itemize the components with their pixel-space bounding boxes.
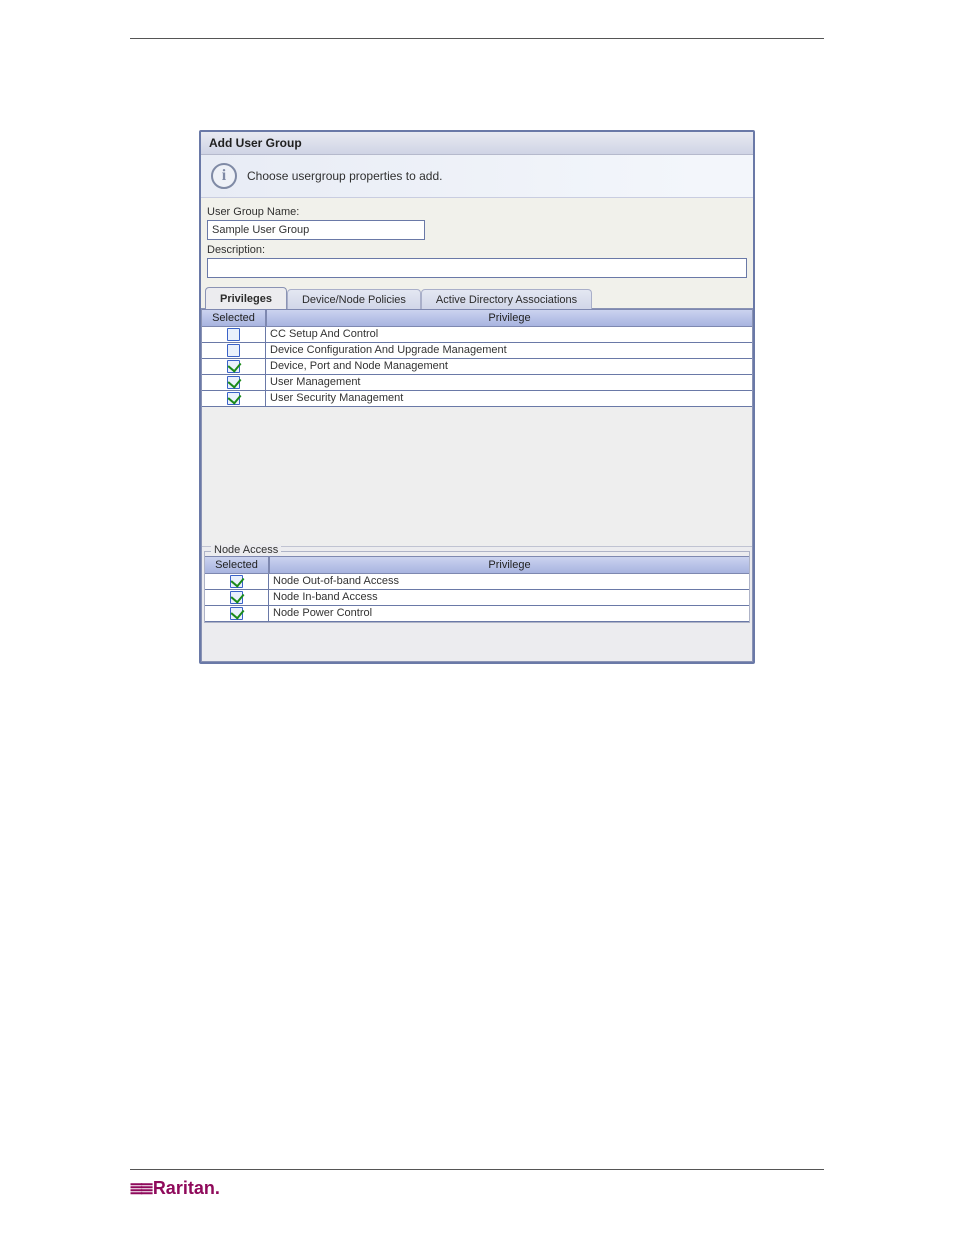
page-divider-bottom bbox=[130, 1169, 824, 1170]
privilege-checkbox[interactable] bbox=[227, 392, 240, 405]
privilege-checkbox-cell bbox=[202, 327, 266, 342]
node-access-checkbox[interactable] bbox=[230, 591, 243, 604]
node-col-selected-header: Selected bbox=[205, 557, 269, 573]
col-selected-header: Selected bbox=[202, 310, 266, 326]
privilege-row: User Management bbox=[202, 375, 752, 391]
privilege-checkbox[interactable] bbox=[227, 344, 240, 357]
privilege-checkbox[interactable] bbox=[227, 376, 240, 389]
privilege-checkbox-cell bbox=[202, 343, 266, 358]
node-access-row: Node Power Control bbox=[205, 606, 749, 622]
privilege-row: Device Configuration And Upgrade Managem… bbox=[202, 343, 752, 359]
brand-name: Raritan. bbox=[153, 1178, 220, 1198]
tab-bar: Privileges Device/Node Policies Active D… bbox=[201, 286, 753, 309]
privilege-table-header: Selected Privilege bbox=[202, 309, 752, 327]
privilege-label: User Management bbox=[266, 375, 752, 390]
node-access-checkbox[interactable] bbox=[230, 607, 243, 620]
privilege-checkbox[interactable] bbox=[227, 328, 240, 341]
tab-body-privileges: Selected Privilege CC Setup And ControlD… bbox=[201, 309, 753, 662]
privilege-row: Device, Port and Node Management bbox=[202, 359, 752, 375]
privilege-checkbox-cell bbox=[202, 375, 266, 390]
tab-privileges[interactable]: Privileges bbox=[205, 287, 287, 309]
group-name-label: User Group Name: bbox=[207, 206, 747, 218]
node-access-label: Node Power Control bbox=[269, 606, 749, 621]
node-access-table-header: Selected Privilege bbox=[205, 556, 749, 574]
group-name-input[interactable] bbox=[207, 220, 425, 240]
tab-device-node-policies[interactable]: Device/Node Policies bbox=[287, 289, 421, 309]
node-access-label: Node In-band Access bbox=[269, 590, 749, 605]
brand-icon: ≣≣ bbox=[129, 1179, 150, 1199]
dialog-title: Add User Group bbox=[201, 132, 753, 155]
add-user-group-dialog: Add User Group i Choose usergroup proper… bbox=[199, 130, 755, 664]
col-privilege-header: Privilege bbox=[266, 310, 752, 326]
node-access-checkbox-cell bbox=[205, 606, 269, 621]
privilege-label: Device, Port and Node Management bbox=[266, 359, 752, 374]
description-input[interactable] bbox=[207, 258, 747, 278]
privilege-label: Device Configuration And Upgrade Managem… bbox=[266, 343, 752, 358]
privilege-row: User Security Management bbox=[202, 391, 752, 407]
form-area: User Group Name: Description: bbox=[201, 198, 753, 282]
privilege-checkbox[interactable] bbox=[227, 360, 240, 373]
description-label: Description: bbox=[207, 244, 747, 256]
node-access-checkbox[interactable] bbox=[230, 575, 243, 588]
node-access-table-body: Node Out-of-band AccessNode In-band Acce… bbox=[205, 574, 749, 622]
tab-ad-associations[interactable]: Active Directory Associations bbox=[421, 289, 592, 309]
node-col-privilege-header: Privilege bbox=[269, 557, 749, 573]
info-icon: i bbox=[211, 163, 237, 189]
privilege-checkbox-cell bbox=[202, 391, 266, 406]
page-divider-top bbox=[130, 38, 824, 39]
privilege-table-empty-area bbox=[202, 407, 752, 547]
node-access-checkbox-cell bbox=[205, 590, 269, 605]
node-access-label: Node Out-of-band Access bbox=[269, 574, 749, 589]
info-banner-text: Choose usergroup properties to add. bbox=[247, 169, 442, 183]
node-access-row: Node Out-of-band Access bbox=[205, 574, 749, 590]
node-access-table: Selected Privilege Node Out-of-band Acce… bbox=[205, 556, 749, 622]
privilege-table: Selected Privilege CC Setup And ControlD… bbox=[202, 309, 752, 407]
privilege-label: CC Setup And Control bbox=[266, 327, 752, 342]
node-access-checkbox-cell bbox=[205, 574, 269, 589]
privilege-row: CC Setup And Control bbox=[202, 327, 752, 343]
node-access-row: Node In-band Access bbox=[205, 590, 749, 606]
privilege-checkbox-cell bbox=[202, 359, 266, 374]
privilege-label: User Security Management bbox=[266, 391, 752, 406]
privilege-table-body: CC Setup And ControlDevice Configuration… bbox=[202, 327, 752, 407]
info-banner: i Choose usergroup properties to add. bbox=[201, 155, 753, 198]
node-access-legend: Node Access bbox=[211, 544, 281, 556]
brand-logo: ≣≣ Raritan. bbox=[130, 1178, 220, 1199]
node-access-fieldset: Node Access Selected Privilege Node Out-… bbox=[204, 551, 750, 623]
